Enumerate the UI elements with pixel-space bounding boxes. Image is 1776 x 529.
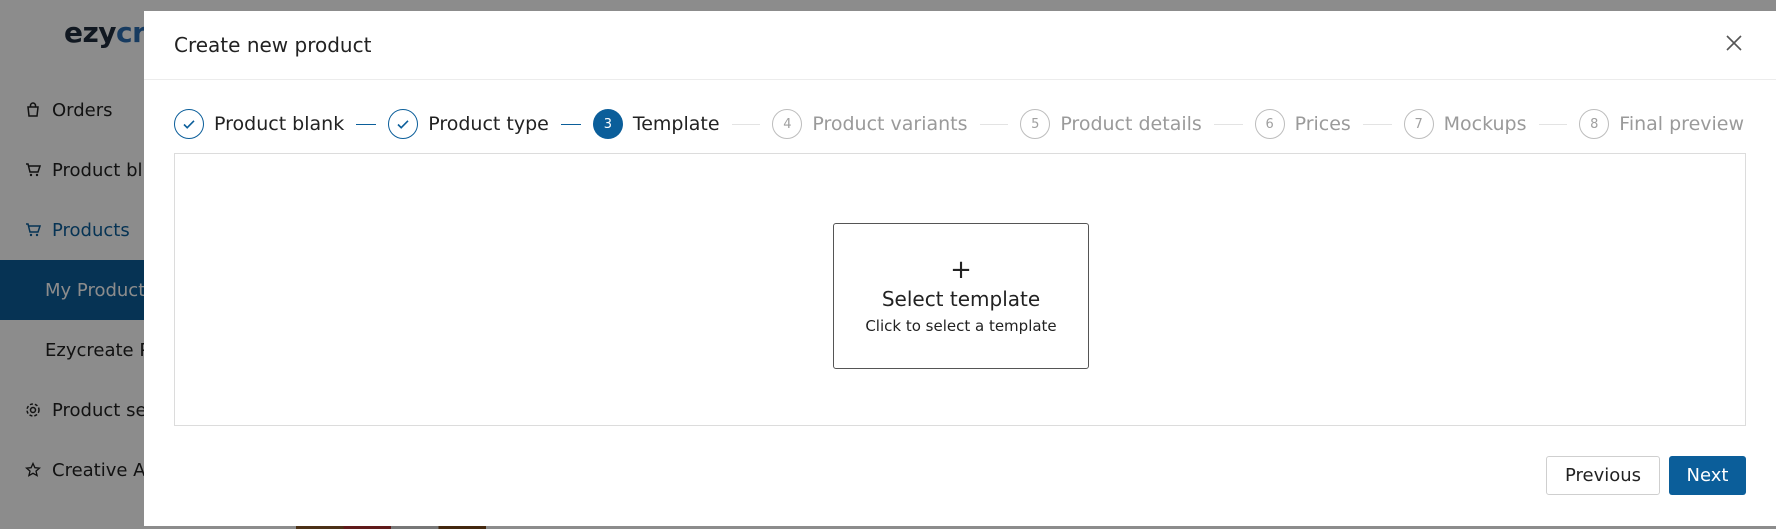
step-number: 8: [1579, 109, 1610, 139]
previous-button[interactable]: Previous: [1546, 456, 1660, 495]
step-label: Product details: [1060, 113, 1202, 135]
step-number: 3: [592, 109, 623, 139]
step-prices[interactable]: 6 Prices: [1254, 109, 1351, 139]
step-connector: [1213, 123, 1243, 125]
step-final-preview[interactable]: 8 Final preview: [1579, 109, 1744, 139]
step-mockups[interactable]: 7 Mockups: [1403, 109, 1527, 139]
step-product-variants[interactable]: 4 Product variants: [772, 109, 968, 139]
step-label: Final preview: [1619, 113, 1745, 135]
step-connector: [1362, 123, 1392, 125]
step-label: Product blank: [214, 113, 345, 135]
step-number: 4: [772, 109, 803, 139]
step-product-blank[interactable]: Product blank: [174, 109, 344, 139]
next-button[interactable]: Next: [1669, 456, 1746, 495]
create-product-modal: Create new product Product blank Product…: [144, 11, 1776, 526]
step-connector: [356, 123, 377, 125]
stepper: Product blank Product type 3 Template 4 …: [174, 108, 1744, 140]
step-label: Template: [632, 113, 720, 135]
step-connector: [979, 123, 1009, 125]
step-product-type[interactable]: Product type: [388, 109, 549, 139]
check-icon: [388, 109, 419, 139]
template-content-area: + Select template Click to select a temp…: [174, 153, 1746, 426]
step-number: 5: [1020, 109, 1051, 139]
plus-icon: +: [950, 255, 972, 285]
select-template-subtitle: Click to select a template: [865, 317, 1057, 335]
select-template-button[interactable]: + Select template Click to select a temp…: [833, 223, 1089, 369]
step-number: 7: [1403, 109, 1434, 139]
step-connector: [731, 123, 761, 125]
step-connector: [560, 123, 581, 125]
step-connector: [1538, 123, 1568, 125]
close-button[interactable]: [1722, 33, 1746, 57]
step-template[interactable]: 3 Template: [592, 109, 720, 139]
check-icon: [174, 109, 204, 139]
close-icon: [1725, 34, 1743, 56]
step-label: Product variants: [812, 113, 968, 135]
modal-header: Create new product: [144, 11, 1776, 80]
step-label: Mockups: [1443, 113, 1527, 135]
step-product-details[interactable]: 5 Product details: [1020, 109, 1202, 139]
step-label: Prices: [1294, 113, 1351, 135]
modal-title: Create new product: [174, 33, 372, 57]
step-number: 6: [1254, 109, 1285, 139]
step-label: Product type: [428, 113, 549, 135]
select-template-title: Select template: [881, 287, 1041, 311]
